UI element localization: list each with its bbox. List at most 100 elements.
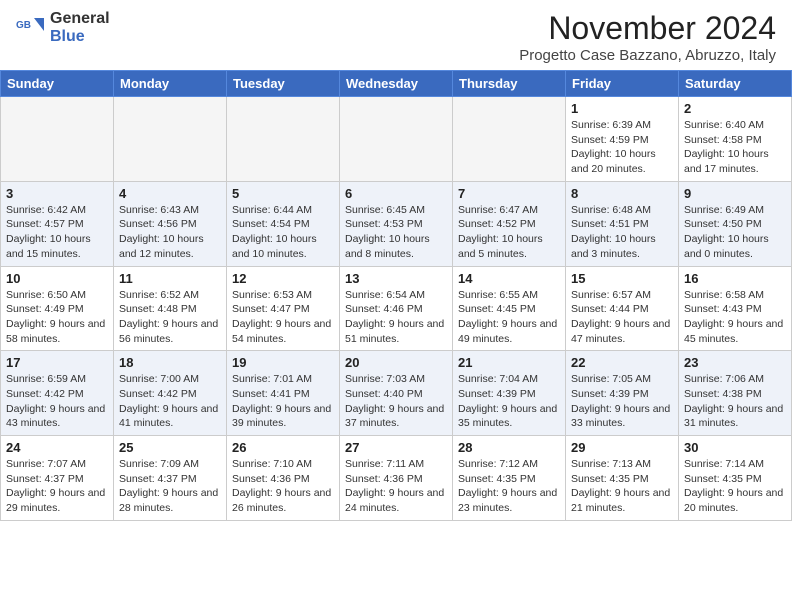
- calendar-cell: 13 Sunrise: 6:54 AM Sunset: 4:46 PM Dayli…: [340, 266, 453, 351]
- day-info: Sunrise: 7:04 AM Sunset: 4:39 PM Dayligh…: [458, 372, 560, 431]
- logo-general: General: [50, 10, 110, 27]
- day-info: Sunrise: 6:45 AM Sunset: 4:53 PM Dayligh…: [345, 203, 447, 262]
- day-number: 2: [684, 101, 786, 116]
- day-number: 22: [571, 355, 673, 370]
- calendar-cell: 24 Sunrise: 7:07 AM Sunset: 4:37 PM Dayli…: [1, 436, 114, 521]
- calendar-cell: 11 Sunrise: 6:52 AM Sunset: 4:48 PM Dayli…: [114, 266, 227, 351]
- day-info: Sunrise: 6:54 AM Sunset: 4:46 PM Dayligh…: [345, 288, 447, 347]
- day-number: 9: [684, 186, 786, 201]
- calendar-cell: 29Sunrise: 7:13 AM Sunset: 4:35 PM Dayli…: [566, 436, 679, 521]
- col-header-saturday: Saturday: [679, 71, 792, 97]
- logo-icon: GB: [16, 13, 46, 43]
- calendar-cell: 18 Sunrise: 7:00 AM Sunset: 4:42 PM Dayli…: [114, 351, 227, 436]
- day-info: Sunrise: 6:57 AM Sunset: 4:44 PM Dayligh…: [571, 288, 673, 347]
- day-info: Sunrise: 6:47 AM Sunset: 4:52 PM Dayligh…: [458, 203, 560, 262]
- calendar-cell: 25 Sunrise: 7:09 AM Sunset: 4:37 PM Dayli…: [114, 436, 227, 521]
- day-info: Sunrise: 6:58 AM Sunset: 4:43 PM Dayligh…: [684, 288, 786, 347]
- day-info: Sunrise: 7:03 AM Sunset: 4:40 PM Dayligh…: [345, 372, 447, 431]
- col-header-tuesday: Tuesday: [227, 71, 340, 97]
- day-number: 7: [458, 186, 560, 201]
- day-info: Sunrise: 6:40 AM Sunset: 4:58 PM Dayligh…: [684, 118, 786, 177]
- calendar-cell: 26 Sunrise: 7:10 AM Sunset: 4:36 PM Dayli…: [227, 436, 340, 521]
- day-number: 27: [345, 440, 447, 455]
- day-number: 18: [119, 355, 221, 370]
- calendar-cell: 6 Sunrise: 6:45 AM Sunset: 4:53 PM Daylig…: [340, 181, 453, 266]
- calendar-cell: 15 Sunrise: 6:57 AM Sunset: 4:44 PM Dayli…: [566, 266, 679, 351]
- week-row-5: 24 Sunrise: 7:07 AM Sunset: 4:37 PM Dayli…: [1, 436, 792, 521]
- day-number: 4: [119, 186, 221, 201]
- calendar-cell: 20Sunrise: 7:03 AM Sunset: 4:40 PM Dayli…: [340, 351, 453, 436]
- calendar-cell: [1, 97, 114, 182]
- day-info: Sunrise: 7:06 AM Sunset: 4:38 PM Dayligh…: [684, 372, 786, 431]
- calendar-cell: 9 Sunrise: 6:49 AM Sunset: 4:50 PM Daylig…: [679, 181, 792, 266]
- calendar-cell: 12 Sunrise: 6:53 AM Sunset: 4:47 PM Dayli…: [227, 266, 340, 351]
- day-number: 16: [684, 271, 786, 286]
- day-number: 1: [571, 101, 673, 116]
- day-info: Sunrise: 7:11 AM Sunset: 4:36 PM Dayligh…: [345, 457, 447, 516]
- calendar-cell: [227, 97, 340, 182]
- day-number: 21: [458, 355, 560, 370]
- day-number: 26: [232, 440, 334, 455]
- week-row-1: 1Sunrise: 6:39 AM Sunset: 4:59 PM Daylig…: [1, 97, 792, 182]
- day-number: 29: [571, 440, 673, 455]
- day-info: Sunrise: 7:09 AM Sunset: 4:37 PM Dayligh…: [119, 457, 221, 516]
- day-info: Sunrise: 7:10 AM Sunset: 4:36 PM Dayligh…: [232, 457, 334, 516]
- col-header-friday: Friday: [566, 71, 679, 97]
- day-info: Sunrise: 7:07 AM Sunset: 4:37 PM Dayligh…: [6, 457, 108, 516]
- day-info: Sunrise: 7:00 AM Sunset: 4:42 PM Dayligh…: [119, 372, 221, 431]
- calendar-cell: [453, 97, 566, 182]
- svg-text:GB: GB: [16, 20, 31, 31]
- calendar-cell: 8Sunrise: 6:48 AM Sunset: 4:51 PM Daylig…: [566, 181, 679, 266]
- calendar-cell: 7 Sunrise: 6:47 AM Sunset: 4:52 PM Daylig…: [453, 181, 566, 266]
- col-header-wednesday: Wednesday: [340, 71, 453, 97]
- calendar-header-row: SundayMondayTuesdayWednesdayThursdayFrid…: [1, 71, 792, 97]
- calendar-cell: 3 Sunrise: 6:42 AM Sunset: 4:57 PM Daylig…: [1, 181, 114, 266]
- day-number: 11: [119, 271, 221, 286]
- calendar-cell: 2 Sunrise: 6:40 AM Sunset: 4:58 PM Daylig…: [679, 97, 792, 182]
- day-number: 8: [571, 186, 673, 201]
- calendar-cell: 14 Sunrise: 6:55 AM Sunset: 4:45 PM Dayli…: [453, 266, 566, 351]
- day-number: 25: [119, 440, 221, 455]
- calendar-cell: 17Sunrise: 6:59 AM Sunset: 4:42 PM Dayli…: [1, 351, 114, 436]
- calendar-cell: 4Sunrise: 6:43 AM Sunset: 4:56 PM Daylig…: [114, 181, 227, 266]
- day-number: 3: [6, 186, 108, 201]
- day-info: Sunrise: 6:55 AM Sunset: 4:45 PM Dayligh…: [458, 288, 560, 347]
- day-number: 6: [345, 186, 447, 201]
- calendar: SundayMondayTuesdayWednesdayThursdayFrid…: [0, 70, 792, 521]
- calendar-cell: 30Sunrise: 7:14 AM Sunset: 4:35 PM Dayli…: [679, 436, 792, 521]
- col-header-monday: Monday: [114, 71, 227, 97]
- calendar-cell: 27 Sunrise: 7:11 AM Sunset: 4:36 PM Dayli…: [340, 436, 453, 521]
- calendar-cell: [114, 97, 227, 182]
- col-header-thursday: Thursday: [453, 71, 566, 97]
- day-number: 14: [458, 271, 560, 286]
- calendar-cell: 28Sunrise: 7:12 AM Sunset: 4:35 PM Dayli…: [453, 436, 566, 521]
- calendar-cell: 23 Sunrise: 7:06 AM Sunset: 4:38 PM Dayli…: [679, 351, 792, 436]
- day-info: Sunrise: 6:42 AM Sunset: 4:57 PM Dayligh…: [6, 203, 108, 262]
- day-info: Sunrise: 7:01 AM Sunset: 4:41 PM Dayligh…: [232, 372, 334, 431]
- logo: GB General Blue: [16, 10, 110, 46]
- day-number: 19: [232, 355, 334, 370]
- location-title: Progetto Case Bazzano, Abruzzo, Italy: [519, 47, 776, 64]
- day-info: Sunrise: 6:53 AM Sunset: 4:47 PM Dayligh…: [232, 288, 334, 347]
- day-number: 17: [6, 355, 108, 370]
- day-number: 12: [232, 271, 334, 286]
- month-title: November 2024: [519, 10, 776, 47]
- header: GB General Blue November 2024 Progetto C…: [0, 0, 792, 70]
- calendar-cell: 5 Sunrise: 6:44 AM Sunset: 4:54 PM Daylig…: [227, 181, 340, 266]
- col-header-sunday: Sunday: [1, 71, 114, 97]
- title-area: November 2024 Progetto Case Bazzano, Abr…: [519, 10, 776, 64]
- day-number: 24: [6, 440, 108, 455]
- day-number: 30: [684, 440, 786, 455]
- day-number: 5: [232, 186, 334, 201]
- day-info: Sunrise: 6:44 AM Sunset: 4:54 PM Dayligh…: [232, 203, 334, 262]
- day-number: 10: [6, 271, 108, 286]
- day-info: Sunrise: 7:05 AM Sunset: 4:39 PM Dayligh…: [571, 372, 673, 431]
- day-number: 15: [571, 271, 673, 286]
- calendar-cell: 16 Sunrise: 6:58 AM Sunset: 4:43 PM Dayli…: [679, 266, 792, 351]
- calendar-cell: 21 Sunrise: 7:04 AM Sunset: 4:39 PM Dayli…: [453, 351, 566, 436]
- day-info: Sunrise: 6:52 AM Sunset: 4:48 PM Dayligh…: [119, 288, 221, 347]
- day-info: Sunrise: 6:49 AM Sunset: 4:50 PM Dayligh…: [684, 203, 786, 262]
- day-number: 23: [684, 355, 786, 370]
- calendar-cell: 1Sunrise: 6:39 AM Sunset: 4:59 PM Daylig…: [566, 97, 679, 182]
- day-number: 13: [345, 271, 447, 286]
